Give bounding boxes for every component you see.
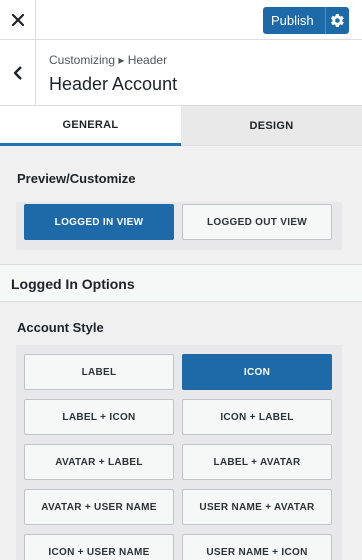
- back-button[interactable]: [0, 40, 36, 106]
- gear-icon[interactable]: [325, 7, 349, 34]
- preview-title: Preview/Customize: [17, 171, 136, 186]
- style-option-avatar-label[interactable]: AVATAR + LABEL: [24, 444, 174, 480]
- chevron-left-icon: [13, 66, 22, 80]
- account-style-panel: Account Style LABEL ICON LABEL + ICON IC…: [0, 302, 362, 560]
- style-option-icon-username[interactable]: ICON + USER NAME: [24, 534, 174, 560]
- section-header: Customizing ▸ Header Header Account: [0, 40, 362, 106]
- preview-toggle-group: LOGGED IN VIEW LOGGED OUT VIEW: [16, 202, 342, 250]
- style-option-avatar-username[interactable]: AVATAR + USER NAME: [24, 489, 174, 525]
- style-option-icon[interactable]: ICON: [182, 354, 332, 390]
- page-title: Header Account: [49, 74, 178, 94]
- logged-out-view-button[interactable]: LOGGED OUT VIEW: [182, 204, 332, 240]
- style-option-label-icon[interactable]: LABEL + ICON: [24, 399, 174, 435]
- style-option-label-avatar[interactable]: LABEL + AVATAR: [182, 444, 332, 480]
- tab-bar: GENERAL DESIGN: [0, 106, 362, 146]
- tab-general[interactable]: GENERAL: [0, 106, 181, 146]
- account-style-options: LABEL ICON LABEL + ICON ICON + LABEL AVA…: [16, 345, 342, 560]
- close-icon: [11, 14, 24, 26]
- style-option-username-avatar[interactable]: USER NAME + AVATAR: [182, 489, 332, 525]
- style-option-username-icon[interactable]: USER NAME + ICON: [182, 534, 332, 560]
- style-option-label[interactable]: LABEL: [24, 354, 174, 390]
- breadcrumb: Customizing ▸ Header: [49, 53, 168, 67]
- preview-panel: Preview/Customize LOGGED IN VIEW LOGGED …: [0, 146, 362, 264]
- publish-button[interactable]: Publish: [263, 7, 349, 34]
- style-option-icon-label[interactable]: ICON + LABEL: [182, 399, 332, 435]
- close-button[interactable]: [0, 0, 36, 40]
- account-style-title: Account Style: [17, 320, 104, 335]
- publish-label: Publish: [271, 13, 314, 28]
- customizer-topbar: Publish: [0, 0, 362, 40]
- logged-in-view-button[interactable]: LOGGED IN VIEW: [24, 204, 174, 240]
- logged-in-options-title: Logged In Options: [11, 276, 135, 292]
- logged-in-options-header: Logged In Options: [0, 264, 362, 302]
- tab-design[interactable]: DESIGN: [181, 106, 362, 146]
